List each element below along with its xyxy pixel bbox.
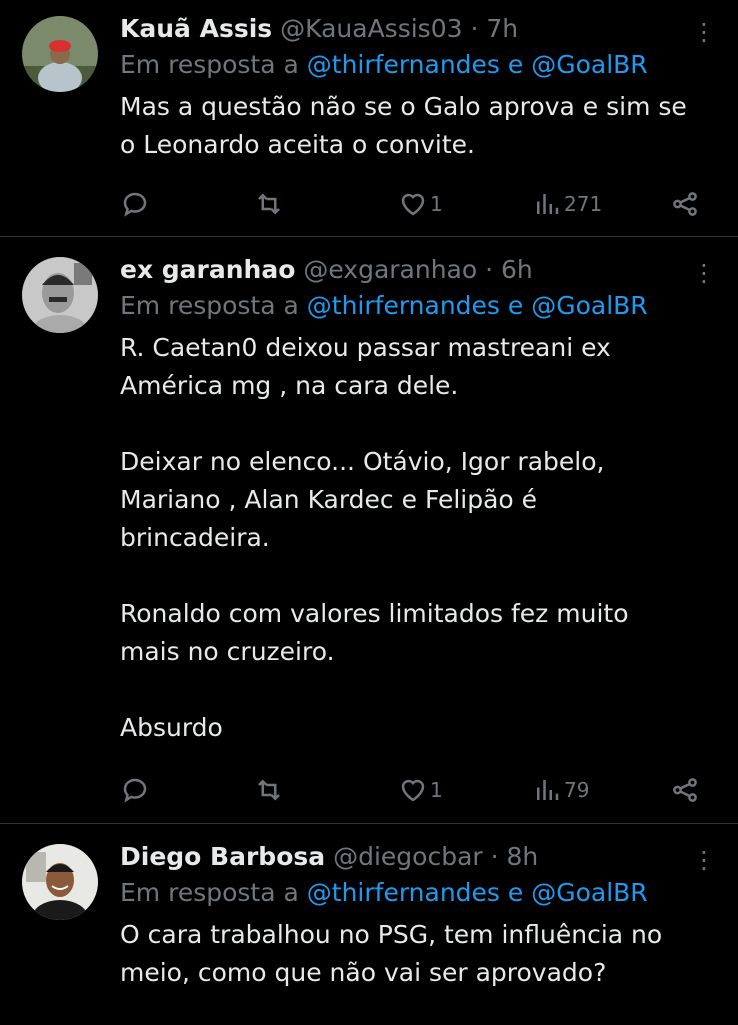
action-bar: 1 79 [120, 770, 708, 810]
separator-dot: · [470, 14, 479, 43]
like-button[interactable]: 1 [398, 770, 443, 810]
retweet-button[interactable] [254, 770, 284, 810]
timestamp[interactable]: 8h [507, 842, 539, 871]
heart-icon [401, 193, 425, 216]
views-chart-icon [537, 780, 559, 800]
avatar[interactable] [22, 16, 98, 92]
user-handle[interactable]: @KauaAssis03 [280, 14, 462, 43]
reply-button[interactable] [120, 184, 150, 224]
retweet-icon [258, 193, 280, 215]
views-button[interactable]: 271 [532, 184, 602, 224]
reply-context: Em resposta a @thirfernandes e @GoalBR [120, 289, 708, 323]
view-count: 271 [564, 192, 603, 216]
like-count: 1 [430, 192, 443, 216]
more-options-icon[interactable]: ⋮ [692, 20, 716, 44]
avatar[interactable] [22, 844, 98, 920]
reply-context: Em resposta a @thirfernandes e @GoalBR [120, 48, 708, 82]
heart-icon [401, 779, 425, 802]
retweet-icon [258, 779, 280, 801]
display-name[interactable]: ex garanhao [120, 255, 295, 284]
tweet-header: ex garanhao @exgaranhao · 6h [120, 255, 708, 285]
tweet-2[interactable]: ex garanhao @exgaranhao · 6h Em resposta… [0, 237, 738, 824]
reply-prefix: Em resposta a [120, 291, 299, 320]
tweet-text: Mas a questão não se o Galo aprova e sim… [120, 92, 687, 159]
tweet-text: O cara trabalhou no PSG, tem influência … [120, 920, 663, 987]
action-bar: 1 271 [120, 184, 708, 224]
more-options-icon[interactable]: ⋮ [692, 261, 716, 285]
retweet-button[interactable] [254, 184, 284, 224]
like-count: 1 [430, 778, 443, 802]
tweet-1[interactable]: Kauã Assis @KauaAssis03 · 7h Em resposta… [0, 0, 738, 237]
reply-mentions-link[interactable]: @thirfernandes e @GoalBR [307, 878, 648, 907]
timestamp[interactable]: 7h [486, 14, 518, 43]
reply-prefix: Em resposta a [120, 878, 299, 907]
avatar[interactable] [22, 257, 98, 333]
reply-button[interactable] [120, 770, 150, 810]
tweet-header: Kauã Assis @KauaAssis03 · 7h [120, 14, 708, 44]
separator-dot: · [490, 842, 499, 871]
reply-icon [123, 778, 147, 803]
share-button[interactable] [670, 770, 700, 810]
tweet-3[interactable]: Diego Barbosa @diegocbar · 8h Em respost… [0, 824, 738, 1025]
more-options-icon[interactable]: ⋮ [692, 848, 716, 872]
separator-dot: · [485, 255, 494, 284]
reply-prefix: Em resposta a [120, 50, 299, 79]
user-handle[interactable]: @exgaranhao [303, 255, 477, 284]
user-handle[interactable]: @diegocbar [333, 842, 483, 871]
share-icon [673, 192, 697, 216]
display-name[interactable]: Kauã Assis [120, 14, 272, 43]
views-button[interactable]: 79 [532, 770, 589, 810]
reply-mentions-link[interactable]: @thirfernandes e @GoalBR [307, 50, 648, 79]
like-button[interactable]: 1 [398, 184, 443, 224]
timestamp[interactable]: 6h [501, 255, 533, 284]
display-name[interactable]: Diego Barbosa [120, 842, 325, 871]
view-count: 79 [564, 778, 590, 802]
reply-icon [123, 192, 147, 217]
share-button[interactable] [670, 184, 700, 224]
tweet-header: Diego Barbosa @diegocbar · 8h [120, 842, 708, 872]
reply-mentions-link[interactable]: @thirfernandes e @GoalBR [307, 291, 648, 320]
share-icon [673, 778, 697, 802]
views-chart-icon [537, 194, 559, 214]
reply-context: Em resposta a @thirfernandes e @GoalBR [120, 876, 708, 910]
tweet-text: R. Caetan0 deixou passar mastreani ex Am… [120, 333, 629, 742]
